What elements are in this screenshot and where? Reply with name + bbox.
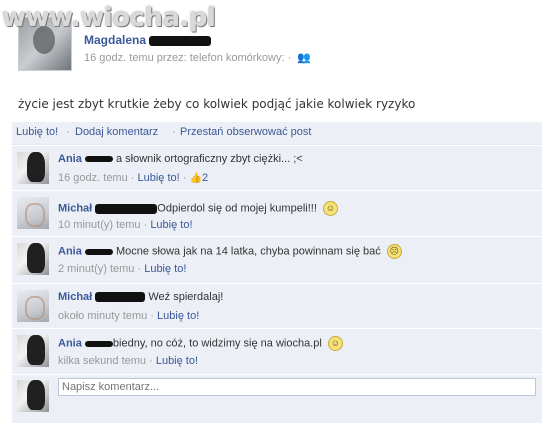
comment-item: Ania biedny, no cóż, to widzimy się na w…	[12, 329, 542, 375]
comment-time: 16 godz. temu	[58, 172, 128, 184]
comment-avatar[interactable]	[17, 152, 49, 184]
comment-author[interactable]: Ania	[58, 153, 82, 165]
unfollow-link[interactable]: Przestań obserwować post	[180, 126, 311, 138]
comment-text: Mocne słowa jak na 14 latka, chyba powin…	[115, 245, 381, 258]
comment-composer	[12, 375, 542, 423]
post-meta: 16 godz. temu przez: telefon komórkowy: …	[84, 52, 311, 64]
comment-like-link[interactable]: Lubię to!	[144, 263, 186, 275]
redaction-scribble	[84, 248, 113, 255]
composer-avatar	[17, 380, 49, 412]
like-link[interactable]: Lubię to!	[16, 126, 58, 138]
comment-item: Michał Weź spierdalaj! około minuty temu…	[12, 284, 542, 329]
redaction-scribble	[84, 156, 113, 163]
comment-time: 2 minut(y) temu	[58, 263, 135, 275]
comment-meta: około minuty temu · Lubię to!	[58, 310, 200, 322]
comment-avatar[interactable]	[17, 197, 49, 229]
comment-text: Weź spierdalaj!	[148, 291, 224, 303]
comment-author[interactable]: Ania	[58, 337, 82, 349]
comment-item: Ania a słownik ortograficzny zbyt ciężki…	[12, 146, 542, 191]
redaction-scribble	[95, 203, 158, 214]
comment-like-link[interactable]: Lubię to!	[138, 172, 180, 184]
comment-body: Michał Odpierdol się od mojej kumpeli!!!…	[58, 201, 338, 216]
comment-body: Ania a słownik ortograficzny zbyt ciężki…	[58, 153, 303, 165]
smiley-icon: ☺	[327, 336, 343, 351]
thumbs-up-icon: 👍	[189, 173, 202, 184]
comment-text: Odpierdol się od mojej kumpeli!!!	[157, 202, 317, 215]
smiley-icon: ☹	[386, 244, 402, 259]
comment-avatar[interactable]	[17, 243, 49, 275]
comment-meta: 2 minut(y) temu · Lubię to!	[58, 263, 187, 275]
redaction-scribble	[95, 292, 146, 303]
comment-avatar[interactable]	[17, 335, 49, 367]
comment-body: Michał Weź spierdalaj!	[58, 291, 223, 303]
people-icon: 👥	[297, 52, 311, 64]
comment-time: kilka sekund temu	[58, 355, 147, 367]
comment-text: biedny, no cóż, to widzimy się na wiocha…	[112, 337, 322, 350]
post-text: życie jest zbyt krutkie żeby co kolwiek …	[18, 97, 416, 111]
comment-body: Ania Mocne słowa jak na 14 latka, chyba …	[58, 244, 402, 259]
comment-author[interactable]: Ania	[58, 245, 82, 257]
add-comment-link[interactable]: Dodaj komentarz	[75, 126, 158, 138]
comment-time: około minuty temu	[58, 310, 148, 322]
post-actions: Lubię to! · Dodaj komentarz · Przestań o…	[12, 122, 542, 145]
comment-text: a słownik ortograficzny zbyt ciężki... ;…	[115, 153, 303, 165]
comment-like-link[interactable]: Lubię to!	[150, 219, 192, 231]
action-separator: ·	[66, 126, 70, 138]
comment-meta: kilka sekund temu · Lubię to!	[58, 355, 199, 367]
comment-author[interactable]: Michał	[58, 291, 92, 303]
comment-like-link[interactable]: Lubię to!	[157, 310, 199, 322]
watermark: www.wiocha.pl	[2, 3, 216, 33]
comment-input[interactable]	[58, 378, 536, 396]
smiley-icon: ☺	[322, 201, 338, 216]
comment-item: Michał Odpierdol się od mojej kumpeli!!!…	[12, 191, 542, 237]
comment-author[interactable]: Michał	[58, 202, 92, 214]
comment-meta: 10 minut(y) temu · Lubię to!	[58, 219, 193, 231]
like-count[interactable]: 2	[202, 172, 208, 184]
redaction-scribble	[149, 35, 212, 46]
comment-meta: 16 godz. temu · Lubię to! · 👍2	[58, 172, 209, 184]
comment-time: 10 minut(y) temu	[58, 219, 141, 231]
comment-like-link[interactable]: Lubię to!	[156, 355, 198, 367]
comment-avatar[interactable]	[17, 290, 49, 322]
comment-item: Ania Mocne słowa jak na 14 latka, chyba …	[12, 237, 542, 284]
action-separator: ·	[172, 126, 176, 138]
author-name[interactable]: Magdalena	[84, 33, 212, 47]
redaction-scribble	[84, 340, 113, 347]
comment-body: Ania biedny, no cóż, to widzimy się na w…	[58, 336, 343, 351]
